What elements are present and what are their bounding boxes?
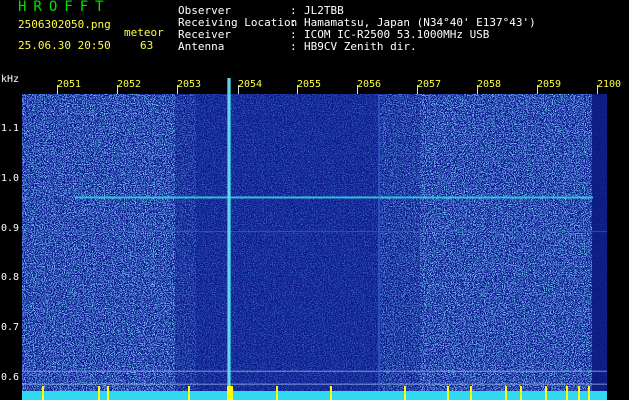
level-marker bbox=[107, 386, 109, 400]
time-label: 2057 bbox=[416, 79, 442, 90]
time-axis-labels: 2051 2052 2053 2054 2055 2056 2057 2058 … bbox=[0, 79, 629, 93]
level-marker bbox=[520, 386, 522, 400]
time-label: 2053 bbox=[176, 79, 202, 90]
level-marker bbox=[229, 386, 231, 400]
level-marker bbox=[447, 386, 449, 400]
level-marker bbox=[98, 386, 100, 400]
level-marker bbox=[404, 386, 406, 400]
info-key: Antenna bbox=[178, 40, 225, 53]
lower-band-line bbox=[22, 370, 607, 372]
time-label: 2055 bbox=[296, 79, 322, 90]
info-separator: : bbox=[290, 40, 297, 53]
time-label: 2100 bbox=[596, 79, 622, 90]
meteor-streak-core bbox=[228, 78, 230, 394]
info-key: Receiver bbox=[178, 28, 231, 41]
frequency-unit: kHz bbox=[1, 74, 20, 85]
info-separator: : bbox=[290, 4, 297, 17]
noise-speckle bbox=[22, 94, 175, 394]
level-marker bbox=[505, 386, 507, 400]
info-separator: : bbox=[290, 28, 297, 41]
info-key: Receiving Location bbox=[178, 16, 298, 29]
time-label: 2054 bbox=[237, 79, 263, 90]
spectrum-dark-edge bbox=[592, 94, 607, 394]
time-label: 2058 bbox=[476, 79, 502, 90]
frequency-label: 0.9 bbox=[1, 223, 20, 234]
hrofft-window: HROFFT 2506302050.png 25.06.30 20:50 met… bbox=[0, 0, 629, 400]
level-marker bbox=[330, 386, 332, 400]
level-bar bbox=[22, 391, 607, 400]
level-marker bbox=[188, 386, 190, 400]
file-name: 2506302050.png bbox=[18, 18, 111, 31]
lower-band-line bbox=[22, 383, 607, 385]
time-label: 2052 bbox=[116, 79, 142, 90]
frequency-label: 1.1 bbox=[1, 123, 20, 134]
frequency-label: 0.7 bbox=[1, 322, 20, 333]
spectrogram bbox=[22, 78, 607, 400]
level-marker bbox=[227, 386, 229, 400]
carrier-line bbox=[75, 196, 593, 199]
info-separator: : bbox=[290, 16, 297, 29]
level-marker bbox=[470, 386, 472, 400]
frequency-label: 1.0 bbox=[1, 173, 20, 184]
timestamp: 25.06.30 20:50 bbox=[18, 39, 111, 52]
level-marker bbox=[276, 386, 278, 400]
level-marker bbox=[231, 386, 233, 400]
level-marker bbox=[42, 386, 44, 400]
level-marker bbox=[588, 386, 590, 400]
secondary-line bbox=[22, 231, 607, 233]
location-value: Hamamatsu, Japan (N34°40' E137°43') bbox=[304, 16, 536, 29]
mode-label: meteor bbox=[124, 26, 164, 39]
noise-layer bbox=[22, 94, 607, 394]
noise-speckle bbox=[175, 94, 196, 394]
frequency-label: 0.8 bbox=[1, 272, 20, 283]
secondary-streak bbox=[378, 94, 380, 394]
count-label: 63 bbox=[140, 39, 154, 52]
level-marker bbox=[545, 386, 547, 400]
frequency-label: 0.6 bbox=[1, 372, 20, 383]
time-label: 2056 bbox=[356, 79, 382, 90]
level-marker bbox=[578, 386, 580, 400]
noise-speckle bbox=[420, 94, 592, 394]
noise-speckle bbox=[380, 94, 420, 394]
level-marker bbox=[566, 386, 568, 400]
frequency-axis: kHz 1.1 1.0 0.9 0.8 0.7 0.6 bbox=[0, 70, 20, 400]
time-label: 2059 bbox=[536, 79, 562, 90]
time-label: 2051 bbox=[56, 79, 82, 90]
app-title: HROFFT bbox=[18, 0, 111, 15]
receiver-value: ICOM IC-R2500 53.1000MHz USB bbox=[304, 28, 490, 41]
observer-value: JL2TBB bbox=[304, 4, 344, 17]
noise-speckle bbox=[196, 94, 380, 394]
antenna-value: HB9CV Zenith dir. bbox=[304, 40, 417, 53]
info-key: Observer bbox=[178, 4, 231, 17]
